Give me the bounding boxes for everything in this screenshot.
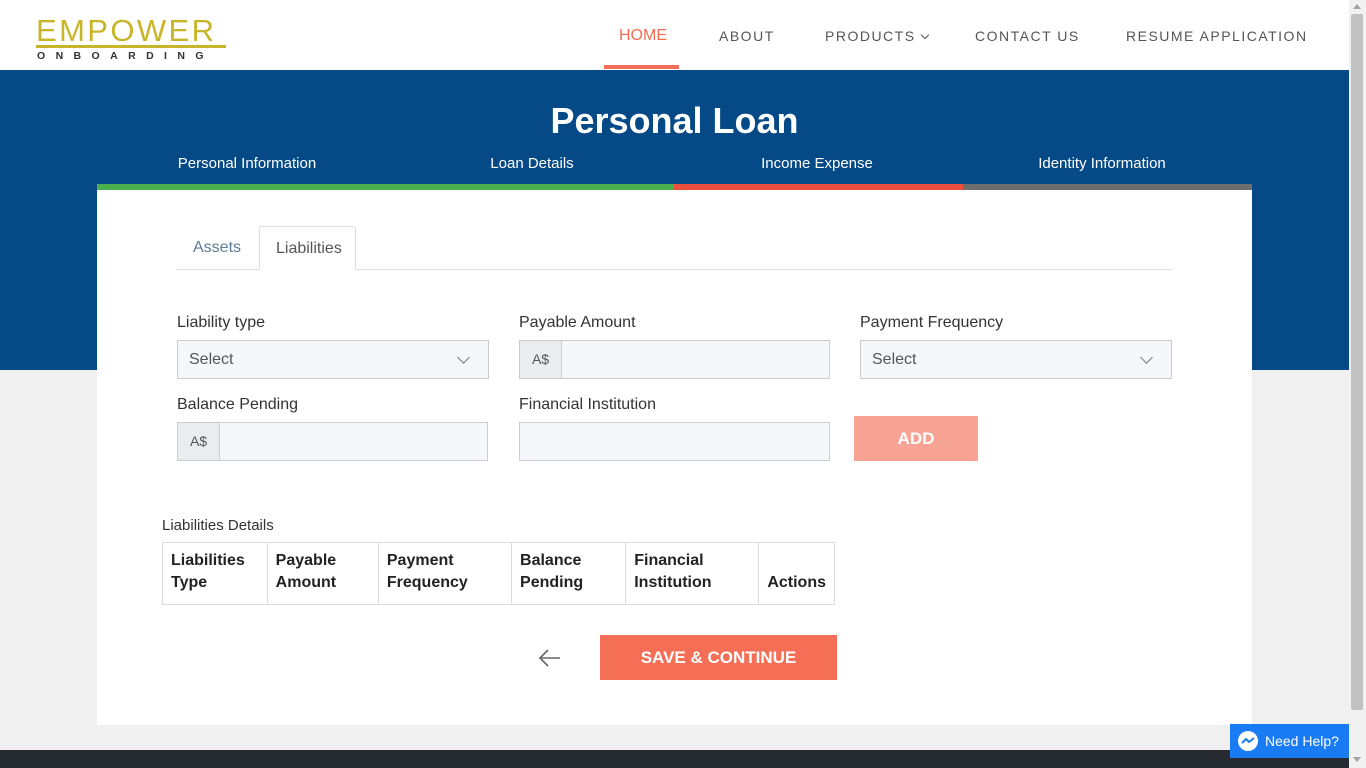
payable-amount-label: Payable Amount [519, 314, 636, 331]
need-help-label: Need Help? [1265, 733, 1339, 749]
liability-type-label: Liability type [177, 314, 266, 331]
currency-addon: A$ [178, 423, 220, 460]
tab-assets[interactable]: Assets [177, 226, 257, 270]
column-header-liabilities-type: Liabilities Type [162, 542, 268, 605]
payment-frequency-label: Payment Frequency [860, 314, 1004, 331]
liability-type-select[interactable]: Select [177, 340, 489, 379]
column-header-payable-amount: Payable Amount [266, 542, 379, 605]
messenger-icon [1238, 731, 1258, 751]
liability-type-value: Select [189, 351, 234, 368]
liabilities-table: Liabilities Type Payable Amount Payment Fre… [162, 542, 835, 605]
payable-amount-input[interactable] [563, 341, 828, 378]
site-footer [0, 750, 1349, 768]
nav-active-indicator [604, 65, 679, 69]
payment-frequency-select[interactable]: Select [860, 340, 1172, 379]
step-personal-information: Personal Information [177, 155, 317, 172]
add-liability-button[interactable]: ADD [854, 416, 978, 461]
column-header-actions: Actions [758, 542, 835, 605]
save-and-continue-button[interactable]: SAVE & CONTINUE [600, 635, 837, 680]
need-help-button[interactable]: Need Help? [1230, 724, 1349, 758]
back-arrow-icon[interactable] [536, 645, 564, 671]
balance-pending-group: A$ [177, 422, 488, 461]
nav-about[interactable]: ABOUT [719, 0, 775, 70]
chevron-down-icon [457, 351, 470, 364]
page-title: Personal Loan [550, 100, 799, 141]
currency-addon: A$ [520, 341, 562, 378]
site-header: EMPOWER ONBOARDING HOME ABOUT PRODUCTS C… [0, 0, 1349, 70]
balance-pending-input[interactable] [221, 423, 486, 460]
page-scrollbar[interactable] [1349, 0, 1366, 768]
column-header-balance-pending: Balance Pending [511, 542, 627, 605]
scrollbar-thumb[interactable] [1351, 14, 1363, 710]
scroll-down-arrow-icon[interactable] [1353, 757, 1361, 762]
payable-amount-group: A$ [519, 340, 830, 379]
step-identity-information: Identity Information [1038, 155, 1166, 172]
logo-subtitle: ONBOARDING [37, 50, 214, 62]
nav-products[interactable]: PRODUCTS [825, 0, 929, 70]
scroll-up-arrow-icon[interactable] [1353, 4, 1361, 9]
column-header-financial-institution: Financial Institution [625, 542, 760, 605]
balance-pending-label: Balance Pending [177, 396, 298, 413]
financial-institution-label: Financial Institution [519, 396, 656, 413]
table-header-row: Liabilities Type Payable Amount Payment Fre… [162, 542, 835, 605]
column-header-payment-frequency: Payment Frequency [377, 542, 513, 605]
step-income-expense: Income Expense [761, 155, 873, 172]
payment-frequency-value: Select [872, 351, 917, 368]
nav-products-label: PRODUCTS [825, 28, 916, 44]
liabilities-details-caption: Liabilities Details [162, 517, 274, 534]
empower-logo[interactable]: EMPOWER ONBOARDING [36, 13, 228, 62]
logo-wordmark: EMPOWER [36, 13, 217, 48]
logo-rule [36, 45, 226, 48]
nav-home[interactable]: HOME [619, 0, 667, 70]
nav-contact-us[interactable]: CONTACT US [975, 0, 1080, 70]
financial-institution-input[interactable] [519, 422, 830, 461]
chevron-down-icon [920, 30, 929, 40]
tab-liabilities[interactable]: Liabilities [259, 226, 356, 270]
nav-resume-application[interactable]: RESUME APPLICATION [1126, 0, 1308, 70]
chevron-down-icon [1140, 351, 1153, 364]
step-loan-details: Loan Details [490, 155, 574, 172]
